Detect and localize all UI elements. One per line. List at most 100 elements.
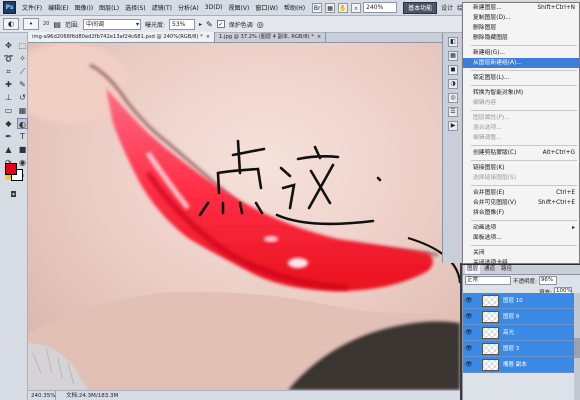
- layer-row[interactable]: 👁 嘴唇 副本: [463, 357, 575, 373]
- menu-filter[interactable]: 滤镜(T): [149, 3, 175, 12]
- menu-item[interactable]: 转换为智能对象(M): [463, 88, 579, 98]
- color-panel-icon[interactable]: ◧: [448, 37, 458, 47]
- blur-tool-icon[interactable]: ◆: [3, 118, 14, 129]
- eyedropper-tool-icon[interactable]: ⟋: [17, 66, 28, 77]
- layer-row[interactable]: 👁 图层 10: [463, 293, 575, 309]
- brush-panel-icon[interactable]: ▤: [53, 20, 61, 29]
- menu-item[interactable]: 从图层新建组(A)...: [463, 58, 579, 68]
- tablet-pressure-icon[interactable]: ◎: [257, 20, 264, 29]
- tab-layers[interactable]: 图层: [465, 265, 481, 274]
- tab-paths[interactable]: 路径: [499, 265, 514, 274]
- layers-scrollbar[interactable]: [574, 293, 580, 400]
- menu-3d[interactable]: 3D(D): [202, 4, 226, 11]
- gradient-tool-icon[interactable]: ▦: [17, 105, 28, 116]
- menu-item[interactable]: 复制图层(D)...: [463, 13, 579, 23]
- menu-item[interactable]: 链接图层(K): [463, 163, 579, 173]
- menu-item[interactable]: 新建组(G)...: [463, 48, 579, 58]
- adjustments-panel-icon[interactable]: ◑: [448, 79, 458, 89]
- type-tool-icon[interactable]: T: [17, 131, 28, 142]
- bridge-icon[interactable]: Br: [312, 2, 323, 13]
- document-canvas[interactable]: [28, 43, 460, 390]
- range-select[interactable]: 中间调: [82, 18, 141, 30]
- menu-item-label: 删除图层: [473, 25, 497, 31]
- mini-bridge-icon[interactable]: ▦: [325, 2, 336, 13]
- menu-item[interactable]: 合并图层(E) Ctrl+E: [463, 188, 579, 198]
- menu-item[interactable]: 关闭: [463, 248, 579, 258]
- eye-icon[interactable]: 👁: [465, 313, 473, 321]
- menu-item-shortcut: Shift+Ctrl+N: [537, 5, 575, 11]
- eye-icon[interactable]: 👁: [465, 361, 473, 369]
- status-zoom[interactable]: 240.35%: [28, 391, 56, 400]
- brush-tool-icon[interactable]: ✎: [17, 79, 28, 90]
- path-select-tool-icon[interactable]: ▲: [3, 144, 14, 155]
- layer-row[interactable]: 👁 图层 3: [463, 341, 575, 357]
- quick-select-tool-icon[interactable]: ✧: [17, 53, 28, 64]
- eye-icon[interactable]: 👁: [465, 329, 473, 337]
- foreground-color-swatch[interactable]: [5, 163, 17, 175]
- menu-item[interactable]: 拼合图像(F): [463, 208, 579, 218]
- eraser-tool-icon[interactable]: ▭: [3, 105, 14, 116]
- eye-icon[interactable]: 👁: [465, 297, 473, 305]
- menu-item[interactable]: 创建剪贴蒙版(C) Alt+Ctrl+G: [463, 148, 579, 158]
- protect-tones-checkbox[interactable]: ✓: [216, 20, 225, 28]
- history-panel-icon[interactable]: ☰: [448, 107, 458, 117]
- airbrush-icon[interactable]: ✎: [206, 20, 213, 29]
- tab-channels[interactable]: 通道: [482, 265, 497, 274]
- workspace-essentials-button[interactable]: 基本功能: [403, 1, 438, 14]
- scrollbar-thumb[interactable]: [574, 338, 580, 358]
- menu-select[interactable]: 选择(S): [122, 3, 149, 12]
- menu-item[interactable]: 新建图层... Shift+Ctrl+N: [463, 3, 579, 13]
- menu-analysis[interactable]: 分析(A): [175, 3, 202, 12]
- swatches-panel-icon[interactable]: ▦: [448, 51, 458, 61]
- menu-item[interactable]: 锁定图层(L)...: [463, 73, 579, 83]
- menu-item[interactable]: 合并可见图层(V) Shift+Ctrl+E: [463, 198, 579, 208]
- move-tool-icon[interactable]: ✥: [3, 40, 14, 51]
- tool-preset-picker[interactable]: ◐: [3, 18, 19, 30]
- opacity-input[interactable]: 96%: [538, 276, 557, 285]
- hand-tool-icon[interactable]: ✋: [338, 2, 349, 13]
- crop-tool-icon[interactable]: ⌗: [3, 66, 14, 77]
- quick-mask-icon[interactable]: ◘: [8, 189, 19, 200]
- styles-panel-icon[interactable]: ◼: [448, 65, 458, 75]
- menu-item[interactable]: 删除隐藏图层: [463, 33, 579, 43]
- tab-document-psd[interactable]: img-a96d2066f6d80ed2fb742e13af24c681.psd…: [28, 32, 216, 42]
- menu-help[interactable]: 帮助(H): [281, 3, 308, 12]
- zoom-level-field[interactable]: 240%: [363, 2, 398, 13]
- healing-brush-tool-icon[interactable]: ✚: [3, 79, 14, 90]
- menu-item[interactable]: 面板选项...: [463, 233, 579, 243]
- actions-panel-icon[interactable]: ▶: [448, 121, 458, 131]
- zoom-icon[interactable]: ⌕: [351, 2, 362, 13]
- brush-picker[interactable]: •: [23, 18, 39, 30]
- layer-row[interactable]: 👁 图层 9: [463, 309, 575, 325]
- history-brush-tool-icon[interactable]: ↺: [17, 92, 28, 103]
- exposure-dropdown-icon[interactable]: ▸: [199, 21, 202, 28]
- layer-row[interactable]: 👁 高光: [463, 325, 575, 341]
- menu-window[interactable]: 窗口(W): [252, 3, 281, 12]
- dodge-tool-icon[interactable]: ◐: [17, 118, 28, 129]
- masks-panel-icon[interactable]: ◎: [448, 93, 458, 103]
- close-icon[interactable]: ×: [206, 34, 210, 40]
- shape-tool-icon[interactable]: ■: [17, 144, 28, 155]
- menu-image[interactable]: 图像(I): [72, 3, 96, 12]
- clone-stamp-tool-icon[interactable]: ⊥: [3, 92, 14, 103]
- menu-view[interactable]: 视图(V): [226, 3, 253, 12]
- lasso-tool-icon[interactable]: ➰: [3, 53, 14, 64]
- range-label: 范围:: [64, 21, 79, 29]
- menu-item-label: 合并图层(E): [473, 190, 505, 196]
- menu-edit[interactable]: 编辑(E): [45, 3, 71, 12]
- marquee-tool-icon[interactable]: ⬚: [17, 40, 28, 51]
- eye-icon[interactable]: 👁: [465, 345, 473, 353]
- menu-item[interactable]: 动画选项 ▸: [463, 223, 579, 233]
- tab-document-jpg[interactable]: 1.jpg @ 37.2% (图层 4 副本, RGB/8) * ×: [215, 32, 327, 42]
- workspace-design[interactable]: 设计: [441, 3, 453, 12]
- menu-item[interactable]: 删除图层: [463, 23, 579, 33]
- 3d-orbit-tool-icon[interactable]: ◉: [17, 157, 28, 168]
- menu-file[interactable]: 文件(F): [19, 3, 45, 12]
- blend-mode-select[interactable]: 正常: [465, 276, 511, 285]
- menu-layer[interactable]: 图层(L): [96, 3, 122, 12]
- pen-tool-icon[interactable]: ✒: [3, 131, 14, 142]
- layer-name: 嘴唇 副本: [503, 362, 527, 368]
- close-icon[interactable]: ×: [317, 34, 321, 40]
- layer-thumbnail: [482, 343, 499, 355]
- exposure-input[interactable]: 53%: [169, 18, 195, 30]
